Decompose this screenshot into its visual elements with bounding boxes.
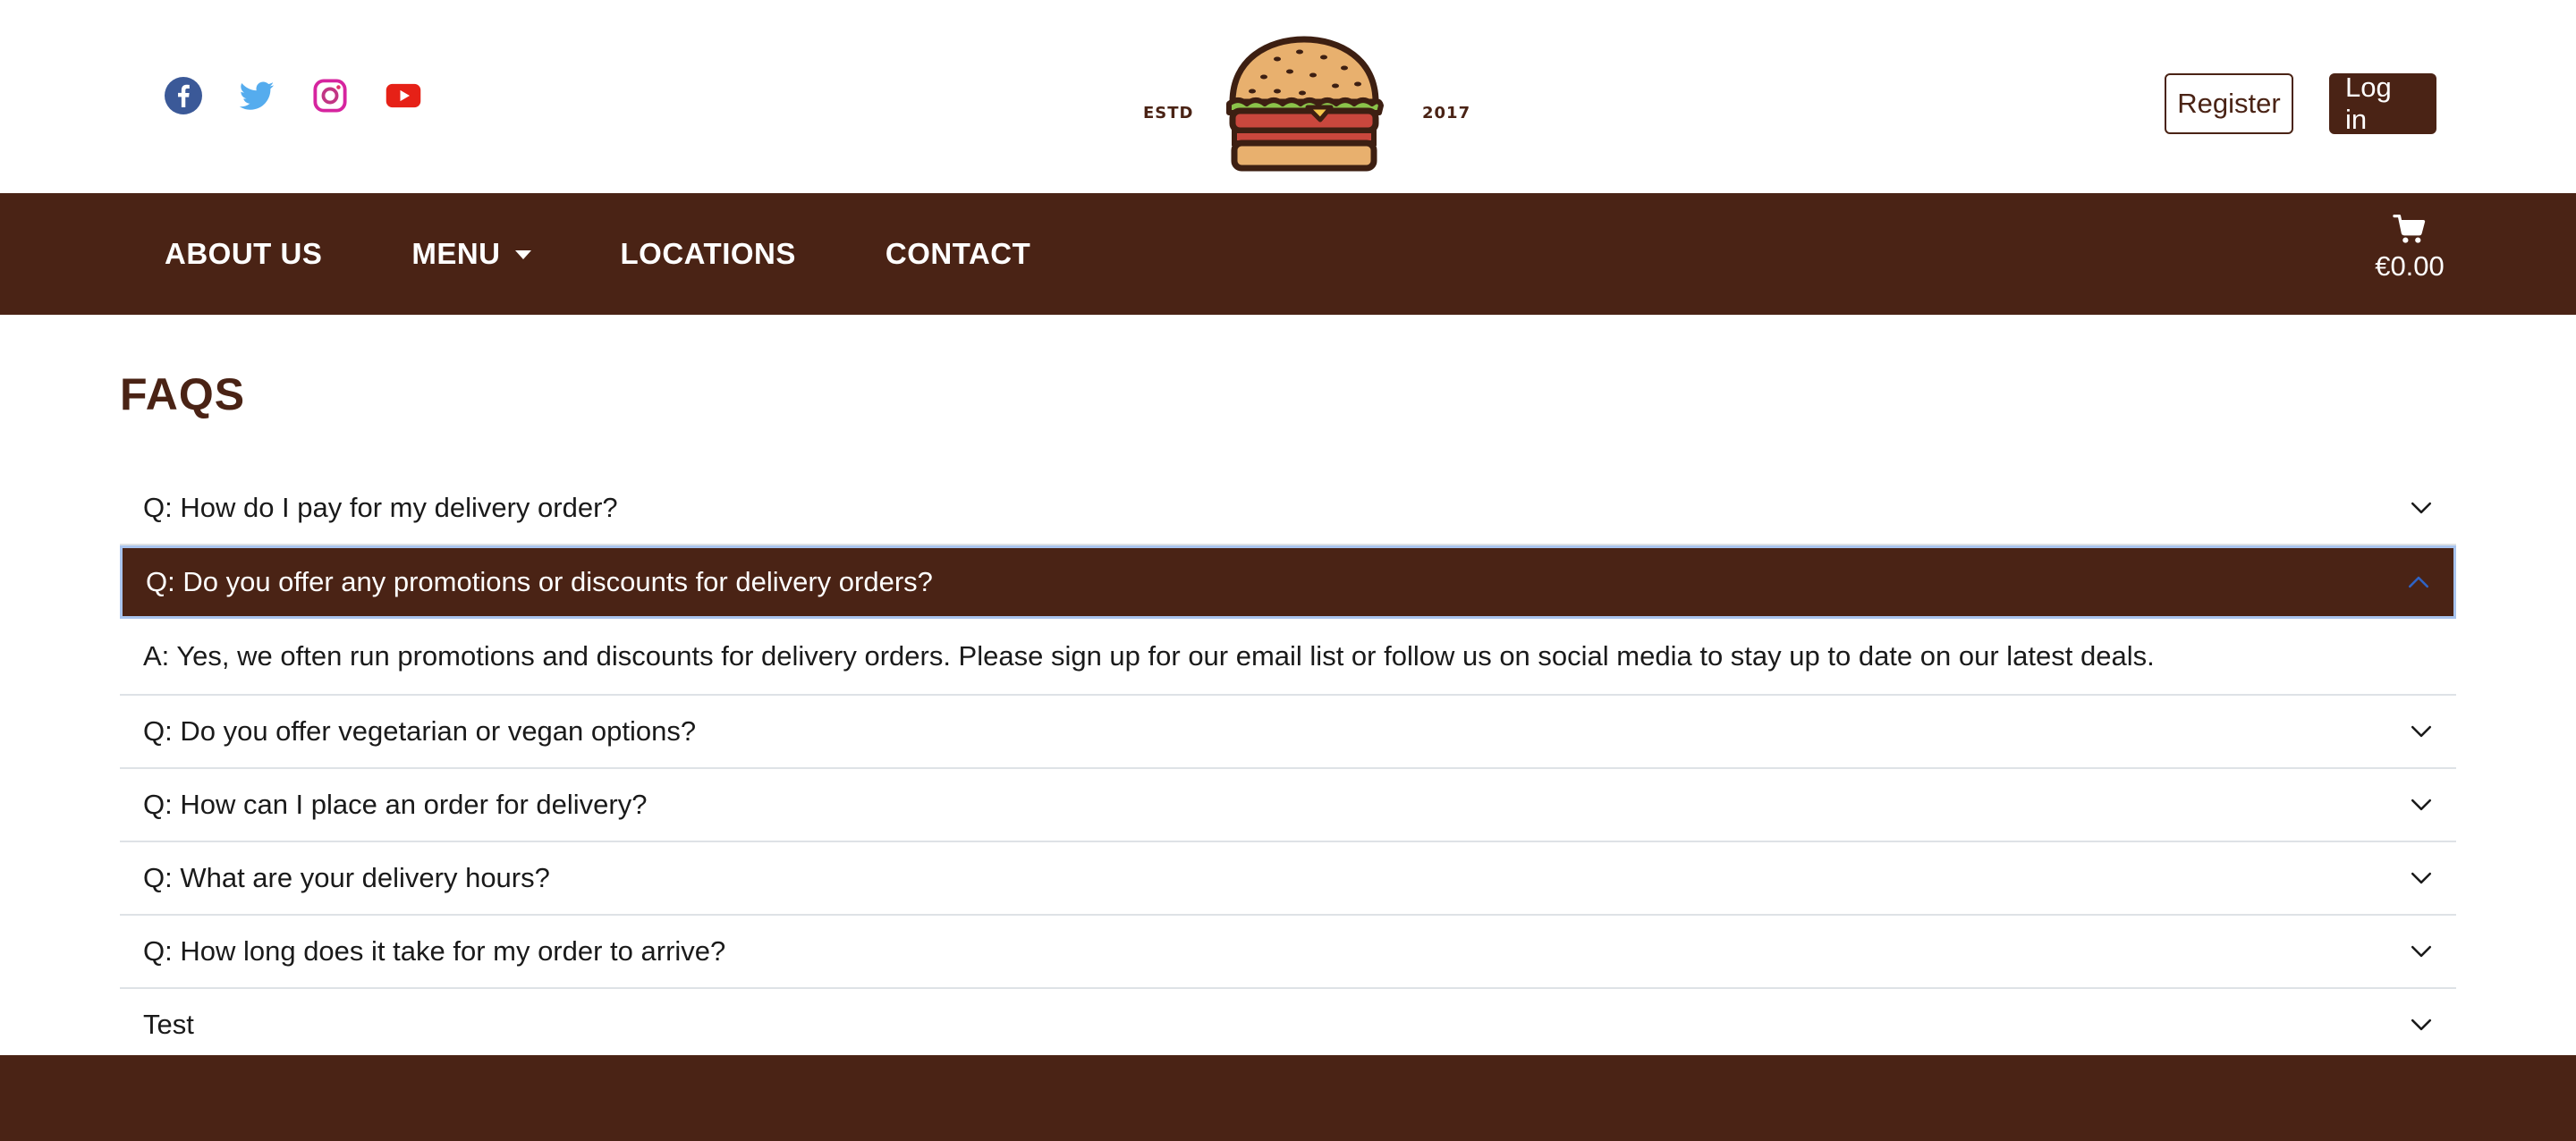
faq-answer: A: Yes, we often run promotions and disc…: [120, 619, 2456, 694]
faq-item: Q: How can I place an order for delivery…: [120, 769, 2456, 842]
nav-item-label: ABOUT US: [165, 237, 323, 270]
twitter-icon[interactable]: [238, 77, 275, 114]
faq-accordion: Q: How do I pay for my delivery order? Q…: [120, 472, 2456, 1061]
faq-question-button[interactable]: Q: How do I pay for my delivery order?: [120, 472, 2456, 544]
main-navbar: ABOUT US MENU LOCATIONS CONTACT €0.00: [0, 193, 2576, 315]
nav-item-label: LOCATIONS: [620, 237, 796, 270]
faq-item: Q: What are your delivery hours?: [120, 842, 2456, 916]
nav-item-locations[interactable]: LOCATIONS: [621, 237, 796, 271]
nav-item-contact[interactable]: CONTACT: [886, 237, 1030, 271]
faq-question-button[interactable]: Q: Do you offer vegetarian or vegan opti…: [120, 696, 2456, 767]
nav-links: ABOUT US MENU LOCATIONS CONTACT: [165, 193, 1030, 315]
faq-question-text: Q: How can I place an order for delivery…: [143, 789, 648, 820]
chevron-down-icon: [2411, 872, 2432, 884]
burger-logo-icon: [1226, 36, 1384, 172]
faq-item: Q: Do you offer vegetarian or vegan opti…: [120, 696, 2456, 769]
faq-question-text: Q: How do I pay for my delivery order?: [143, 492, 618, 523]
chevron-down-icon: [2411, 502, 2432, 514]
social-links: [165, 77, 422, 114]
faq-question-text: Q: How long does it take for my order to…: [143, 935, 726, 967]
logo-estd-text: ESTD: [1143, 104, 1194, 123]
faq-question-button[interactable]: Q: What are your delivery hours?: [120, 842, 2456, 914]
login-button[interactable]: Log in: [2329, 72, 2436, 135]
top-header: ESTD 2017 Register Log in: [0, 0, 2576, 193]
faq-question-button[interactable]: Q: Do you offer any promotions or discou…: [120, 545, 2456, 619]
nav-item-label: MENU: [411, 237, 501, 270]
instagram-icon[interactable]: [311, 77, 349, 114]
page-footer: [0, 1055, 2576, 1141]
youtube-icon[interactable]: [385, 77, 422, 114]
cart-total: €0.00: [2375, 250, 2445, 282]
auth-buttons: Register Log in: [2165, 72, 2436, 135]
register-button[interactable]: Register: [2165, 73, 2293, 134]
nav-item-about-us[interactable]: ABOUT US: [165, 237, 322, 271]
faq-item: Test: [120, 989, 2456, 1061]
nav-item-label: CONTACT: [885, 237, 1031, 270]
faq-question-text: Q: What are your delivery hours?: [143, 862, 550, 893]
faq-item: Q: How do I pay for my delivery order?: [120, 472, 2456, 545]
chevron-down-icon: [2411, 725, 2432, 738]
nav-item-menu[interactable]: MENU: [411, 237, 531, 271]
brand-logo[interactable]: ESTD 2017: [1136, 32, 1476, 181]
chevron-down-icon: [2411, 799, 2432, 811]
faq-question-text: Q: Do you offer vegetarian or vegan opti…: [143, 715, 697, 747]
faq-answer-text: A: Yes, we often run promotions and disc…: [143, 640, 2155, 672]
faq-question-text: Q: Do you offer any promotions or discou…: [146, 566, 933, 597]
dropdown-caret-icon: [514, 250, 531, 259]
faq-section: FAQS Q: How do I pay for my delivery ord…: [120, 315, 2456, 1040]
cart-button[interactable]: €0.00: [2365, 215, 2454, 283]
shopping-cart-icon: [2393, 215, 2426, 243]
faq-question-button[interactable]: Q: How long does it take for my order to…: [120, 916, 2456, 987]
chevron-up-icon: [2408, 576, 2429, 588]
page-title: FAQS: [120, 369, 246, 419]
faq-item: Q: How long does it take for my order to…: [120, 916, 2456, 989]
logo-year-text: 2017: [1422, 104, 1471, 123]
faq-question-button[interactable]: Q: How can I place an order for delivery…: [120, 769, 2456, 841]
facebook-icon[interactable]: [165, 77, 202, 114]
faq-question-button[interactable]: Test: [120, 989, 2456, 1061]
chevron-down-icon: [2411, 945, 2432, 958]
chevron-down-icon: [2411, 1018, 2432, 1031]
faq-item-expanded: Q: Do you offer any promotions or discou…: [120, 545, 2456, 696]
faq-question-text: Test: [143, 1009, 194, 1040]
